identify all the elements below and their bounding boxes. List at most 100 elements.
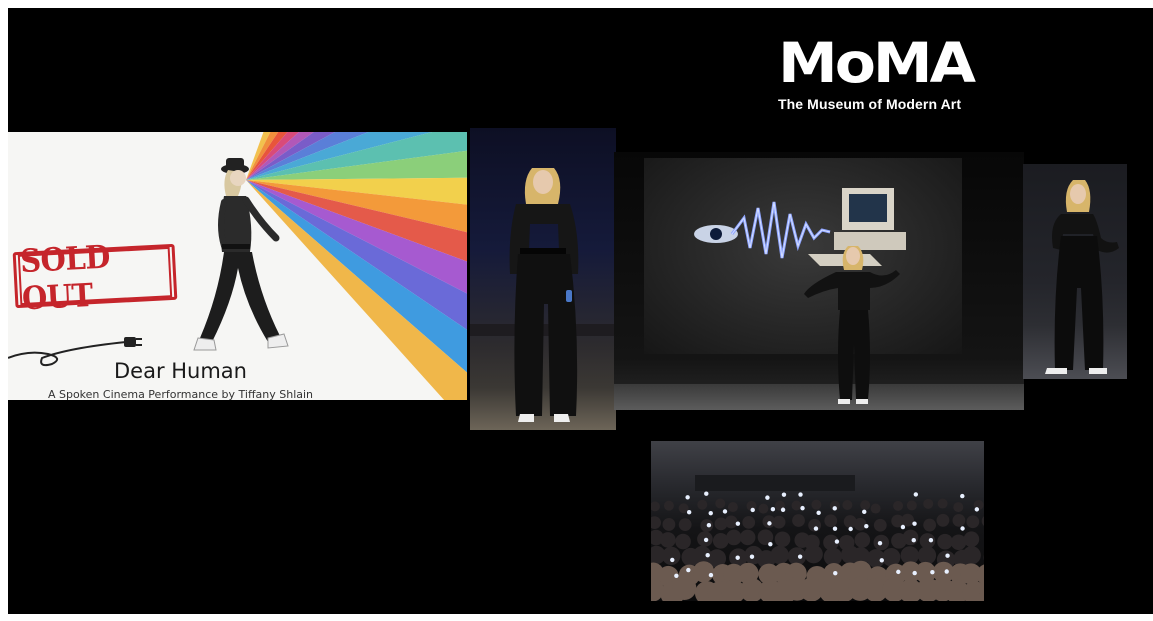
audience-head xyxy=(870,503,881,514)
audience-head xyxy=(981,516,984,526)
phone-light xyxy=(974,507,980,512)
audience-head xyxy=(937,498,948,509)
audience-head xyxy=(712,533,729,549)
audience-head xyxy=(854,532,871,548)
audience-head xyxy=(742,515,756,529)
phone-light xyxy=(670,557,675,563)
audience-head xyxy=(739,529,756,546)
phone-light xyxy=(913,492,919,497)
logo-wordmark: MoMA xyxy=(778,31,976,96)
audience-head xyxy=(662,518,676,531)
phone-light xyxy=(879,558,884,563)
phone-light xyxy=(864,523,869,529)
stage-performance-photo xyxy=(614,152,1024,410)
phone-light xyxy=(722,509,728,514)
phone-light xyxy=(735,555,740,560)
performer-figure xyxy=(1045,180,1119,374)
phone-light xyxy=(816,510,821,516)
phone-light xyxy=(749,554,755,559)
phone-light xyxy=(797,554,803,559)
phone-light xyxy=(768,541,773,547)
phone-light xyxy=(944,569,949,574)
audience-head xyxy=(882,548,901,567)
performer-side-photo xyxy=(1023,164,1127,379)
audience-head xyxy=(962,546,981,565)
phone-light xyxy=(960,526,965,531)
audience-head xyxy=(772,515,786,529)
phone-light xyxy=(928,537,934,543)
presenter-figure xyxy=(804,246,900,404)
phone-light xyxy=(685,495,690,500)
phone-light xyxy=(848,526,853,532)
logo-tagline: The Museum of Modern Art xyxy=(778,96,962,112)
audience-head xyxy=(873,518,887,532)
audience-head xyxy=(651,516,662,530)
phone-light xyxy=(877,540,883,546)
phone-light xyxy=(912,570,917,576)
audience-head xyxy=(936,513,950,527)
back-wall xyxy=(695,475,855,491)
audience-head xyxy=(901,513,915,527)
audience-head xyxy=(966,515,980,529)
dear-human-poster: SOLD OUT Dear Human A Spoken Cinema Perf… xyxy=(8,132,467,400)
phone-light xyxy=(708,510,713,516)
audience-head xyxy=(678,518,692,531)
phone-light xyxy=(706,523,712,528)
audience-phone-lights-photo xyxy=(651,441,984,601)
audience-head xyxy=(675,533,691,550)
phone-light xyxy=(703,537,709,543)
audience-head xyxy=(672,576,697,601)
phone-light xyxy=(960,493,965,499)
poster-subtitle: A Spoken Cinema Performance by Tiffany S… xyxy=(47,388,314,400)
phone-light xyxy=(770,507,776,512)
phone-light xyxy=(674,573,679,578)
audience-head xyxy=(824,514,838,528)
audience-head xyxy=(853,517,867,531)
phone-light xyxy=(780,507,786,512)
phone-light xyxy=(832,526,838,531)
audience-head xyxy=(724,515,738,529)
audience-head xyxy=(697,499,708,510)
phone-light xyxy=(708,572,714,578)
audience-head xyxy=(693,561,715,583)
performer-standing-photo xyxy=(470,128,616,430)
phone-light xyxy=(765,495,770,500)
moma-logo: MoMA The Museum of Modern Art xyxy=(778,36,1008,116)
phone-light xyxy=(781,492,787,497)
poster-title: Dear Human xyxy=(113,359,247,383)
audience-head xyxy=(923,498,934,509)
phone-light xyxy=(912,521,917,526)
audience-head xyxy=(917,546,937,565)
audience-head xyxy=(952,513,966,527)
phone-light xyxy=(834,539,840,544)
phone-light xyxy=(704,491,709,496)
audience-head xyxy=(811,499,822,510)
phone-light xyxy=(800,505,805,511)
phone-light xyxy=(900,524,906,530)
audience-head xyxy=(963,531,980,548)
audience-head xyxy=(860,500,871,511)
audience-head xyxy=(923,518,937,532)
phone-light xyxy=(896,569,901,575)
audience-head xyxy=(792,514,805,527)
audience-head xyxy=(651,501,660,512)
audience-head xyxy=(774,531,791,548)
audience-head xyxy=(906,500,917,511)
phone-light xyxy=(945,553,950,558)
audience-head xyxy=(662,546,681,566)
phone-light xyxy=(750,507,755,513)
phone-light xyxy=(833,570,838,576)
phone-light xyxy=(813,526,819,531)
phone-light xyxy=(862,509,867,515)
sold-out-text: SOLD OUT xyxy=(17,238,173,317)
performer-figure xyxy=(509,168,579,422)
audience-head xyxy=(937,533,953,550)
audience-head xyxy=(715,498,726,509)
audience-head xyxy=(804,544,823,564)
audience-head xyxy=(660,532,676,548)
audience-head xyxy=(893,500,904,511)
sold-out-stamp: SOLD OUT xyxy=(12,238,178,317)
audience-head xyxy=(758,503,769,514)
phone-light xyxy=(832,506,837,511)
audience-head xyxy=(770,545,789,565)
